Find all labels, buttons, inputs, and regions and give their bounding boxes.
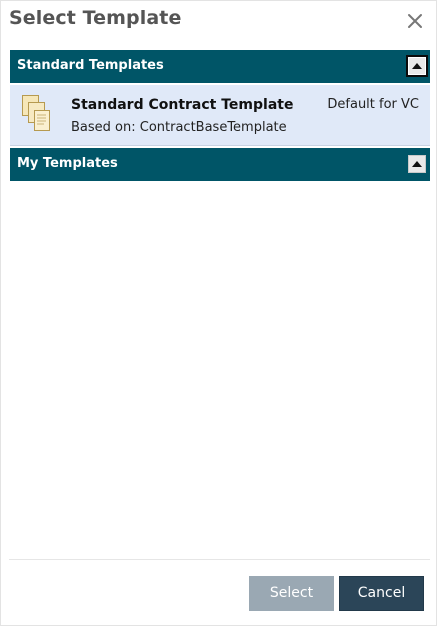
collapse-standard-templates-button[interactable] [406,55,428,77]
select-template-dialog: Select Template Standard Templates Stand… [0,0,437,626]
template-name: Standard Contract Template [71,97,294,113]
collapse-my-templates-button[interactable] [408,155,426,173]
close-icon [404,10,426,32]
section-label-my-templates: My Templates [17,156,118,171]
section-header-my-templates[interactable]: My Templates [10,148,430,182]
dialog-titlebar: Select Template [1,1,436,41]
document-stack-icon [21,93,51,133]
template-based-on: Based on: ContractBaseTemplate [71,120,287,135]
section-header-standard-templates[interactable]: Standard Templates [10,50,430,84]
select-button[interactable]: Select [249,576,334,611]
footer-divider [9,559,430,560]
dialog-title: Select Template [9,7,182,29]
close-button[interactable] [404,10,426,32]
section-label-standard-templates: Standard Templates [17,58,164,73]
template-row-standard-contract[interactable]: Standard Contract Template Based on: Con… [10,85,430,146]
cancel-button[interactable]: Cancel [339,576,424,611]
template-default-badge: Default for VC [327,97,419,112]
